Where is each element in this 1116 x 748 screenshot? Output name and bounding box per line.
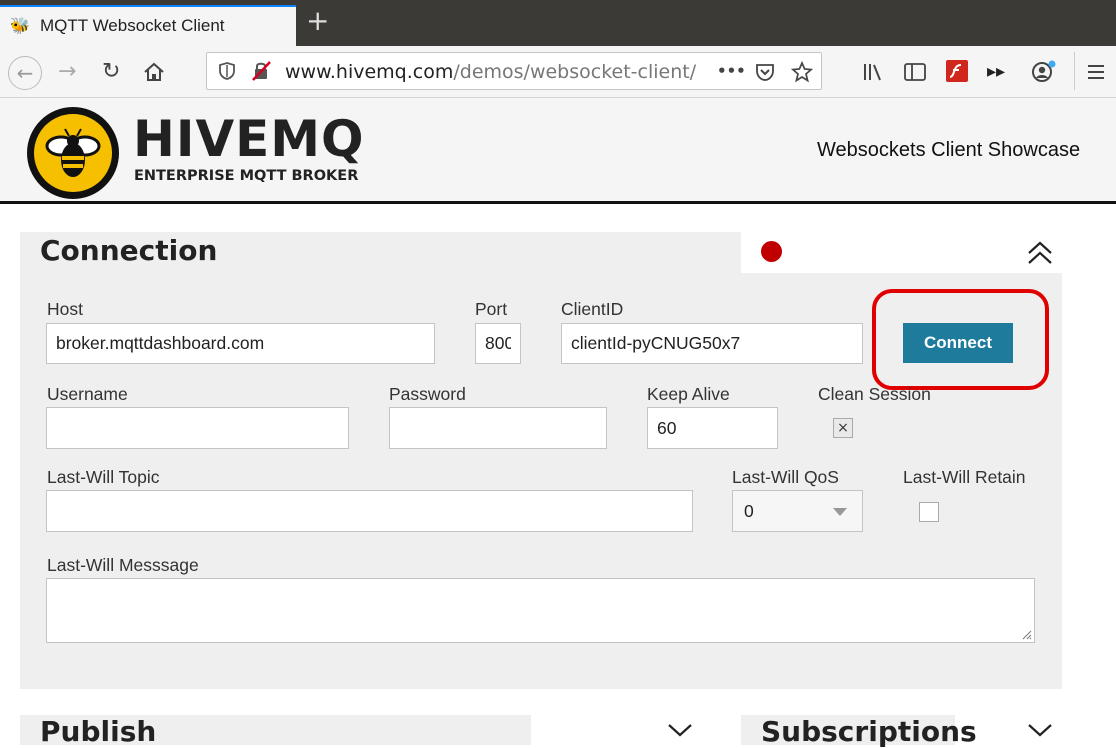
lastwill-qos-select[interactable]: 0 [732,490,863,532]
forward-button[interactable]: → [58,61,76,83]
page-actions-menu-icon[interactable]: ••• [717,62,746,80]
hamburger-menu-icon[interactable] [1086,62,1106,82]
username-label: Username [47,384,128,404]
expand-chevron-down-icon[interactable] [667,722,693,738]
reload-button[interactable]: ↻ [102,61,120,83]
keepalive-label: Keep Alive [647,384,730,404]
library-icon[interactable] [862,61,884,83]
new-tab-button[interactable]: + [306,4,329,37]
collapse-chevron-up-icon[interactable] [1027,240,1053,266]
publish-panel-title: Publish [40,715,157,748]
lastwill-topic-input[interactable] [46,490,693,532]
port-label: Port [475,299,508,319]
lastwill-message-textarea[interactable] [46,578,1035,643]
bee-icon [45,128,101,177]
clientid-label: ClientID [561,299,624,319]
clean-session-checkbox[interactable]: × [833,418,853,438]
insecure-lock-icon[interactable] [251,61,271,81]
connection-panel-header-right [741,232,1062,273]
lastwill-message-label: Last-Will Messsage [47,555,199,575]
connection-status-indicator [761,241,782,262]
bee-favicon-icon: 🐝 [10,16,30,35]
address-bar[interactable]: www.hivemq.com/demos/websocket-client/ •… [206,52,822,90]
host-label: Host [47,299,83,319]
home-icon[interactable] [143,61,165,83]
keepalive-input[interactable] [647,407,778,449]
sidebar-icon[interactable] [903,61,927,83]
lastwill-qos-label: Last-Will QoS [732,467,839,487]
highlight-annotation-ring [872,289,1049,390]
toolbar-divider [1074,52,1075,90]
password-label: Password [389,384,466,404]
logo-wordmark: HIVEMQ [133,110,365,168]
overflow-extensions-icon[interactable]: ▸▸ [987,61,1005,83]
password-input[interactable] [389,407,607,449]
username-input[interactable] [46,407,349,449]
browser-tab-strip: 🐝 MQTT Websocket Client × + [0,0,1116,46]
lastwill-retain-label: Last-Will Retain [903,467,1026,487]
back-button[interactable]: ← [8,56,42,90]
clean-session-label: Clean Session [818,384,931,404]
flash-icon[interactable] [946,60,968,82]
port-input[interactable] [475,323,521,364]
logo-bee-background [34,114,112,192]
url-domain: www.hivemq.com [285,61,454,83]
dropdown-arrow-icon [833,508,847,516]
lastwill-retain-checkbox[interactable] [919,502,939,522]
logo-subtitle: ENTERPRISE MQTT BROKER [134,168,359,184]
pocket-icon[interactable] [755,62,775,82]
lastwill-qos-value: 0 [744,501,754,521]
lastwill-topic-label: Last-Will Topic [47,467,160,487]
clientid-input[interactable] [561,323,863,364]
browser-tab[interactable]: 🐝 MQTT Websocket Client × [0,5,296,46]
tab-title: MQTT Websocket Client [40,16,225,35]
bookmark-star-icon[interactable] [791,61,813,83]
account-icon[interactable] [1031,60,1057,84]
subscriptions-panel-title: Subscriptions [761,715,977,748]
connection-panel-title: Connection [40,234,218,267]
url-text: www.hivemq.com/demos/websocket-client/ [285,61,696,83]
shield-icon[interactable] [219,62,235,80]
header-showcase-title: Websockets Client Showcase [817,139,1081,161]
navigation-toolbar: ← → ↻ www.hivemq.com/demos/websocket-cli… [0,46,1116,98]
resize-grip-icon[interactable] [1020,628,1032,640]
url-path: /demos/websocket-client/ [453,61,697,83]
host-input[interactable] [46,323,435,364]
expand-chevron-down-icon[interactable] [1027,722,1053,738]
